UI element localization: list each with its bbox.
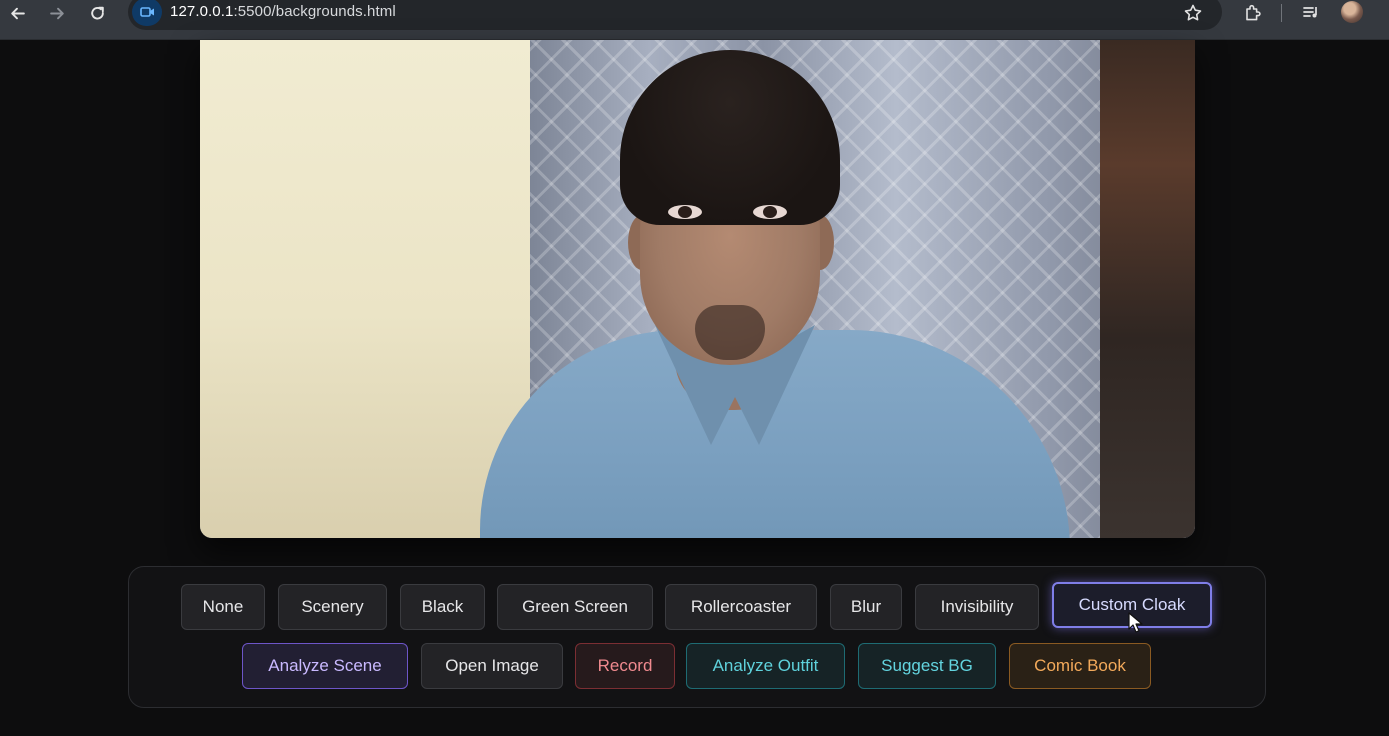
video-doorframe: [1100, 40, 1195, 538]
mouse-cursor-icon: [1128, 612, 1143, 633]
person-beard: [695, 305, 765, 360]
bg-scenery-button[interactable]: Scenery: [278, 584, 387, 630]
profile-avatar[interactable]: [1341, 1, 1363, 23]
bg-black-button[interactable]: Black: [400, 584, 485, 630]
suggest-bg-button[interactable]: Suggest BG: [858, 643, 996, 689]
toolbar-divider: [1281, 4, 1282, 22]
url-text[interactable]: 127.0.0.1:5500/backgrounds.html: [170, 3, 396, 20]
open-image-button[interactable]: Open Image: [421, 643, 563, 689]
person-eye-right: [753, 205, 787, 219]
forward-arrow-icon[interactable]: [40, 0, 74, 26]
url-host: 127.0.0.1: [170, 3, 234, 20]
star-icon[interactable]: [1183, 3, 1203, 23]
address-bar[interactable]: 127.0.0.1:5500/backgrounds.html: [128, 0, 1222, 30]
record-button[interactable]: Record: [575, 643, 675, 689]
analyze-scene-button[interactable]: Analyze Scene: [242, 643, 408, 689]
browser-toolbar: 127.0.0.1:5500/backgrounds.html: [0, 0, 1389, 40]
bg-rollercoaster-button[interactable]: Rollercoaster: [665, 584, 817, 630]
media-control-icon[interactable]: [1299, 1, 1323, 25]
video-camera-icon[interactable]: [132, 0, 162, 26]
analyze-outfit-button[interactable]: Analyze Outfit: [686, 643, 845, 689]
extensions-icon[interactable]: [1241, 1, 1265, 25]
bg-invisibility-button[interactable]: Invisibility: [915, 584, 1039, 630]
comic-book-button[interactable]: Comic Book: [1009, 643, 1151, 689]
bg-green-screen-button[interactable]: Green Screen: [497, 584, 653, 630]
bg-none-button[interactable]: None: [181, 584, 265, 630]
back-arrow-icon[interactable]: [0, 0, 34, 26]
person-eye-left: [668, 205, 702, 219]
webcam-video: [200, 40, 1195, 538]
reload-icon[interactable]: [80, 0, 114, 26]
url-path: :5500/backgrounds.html: [233, 3, 396, 20]
bg-blur-button[interactable]: Blur: [830, 584, 902, 630]
